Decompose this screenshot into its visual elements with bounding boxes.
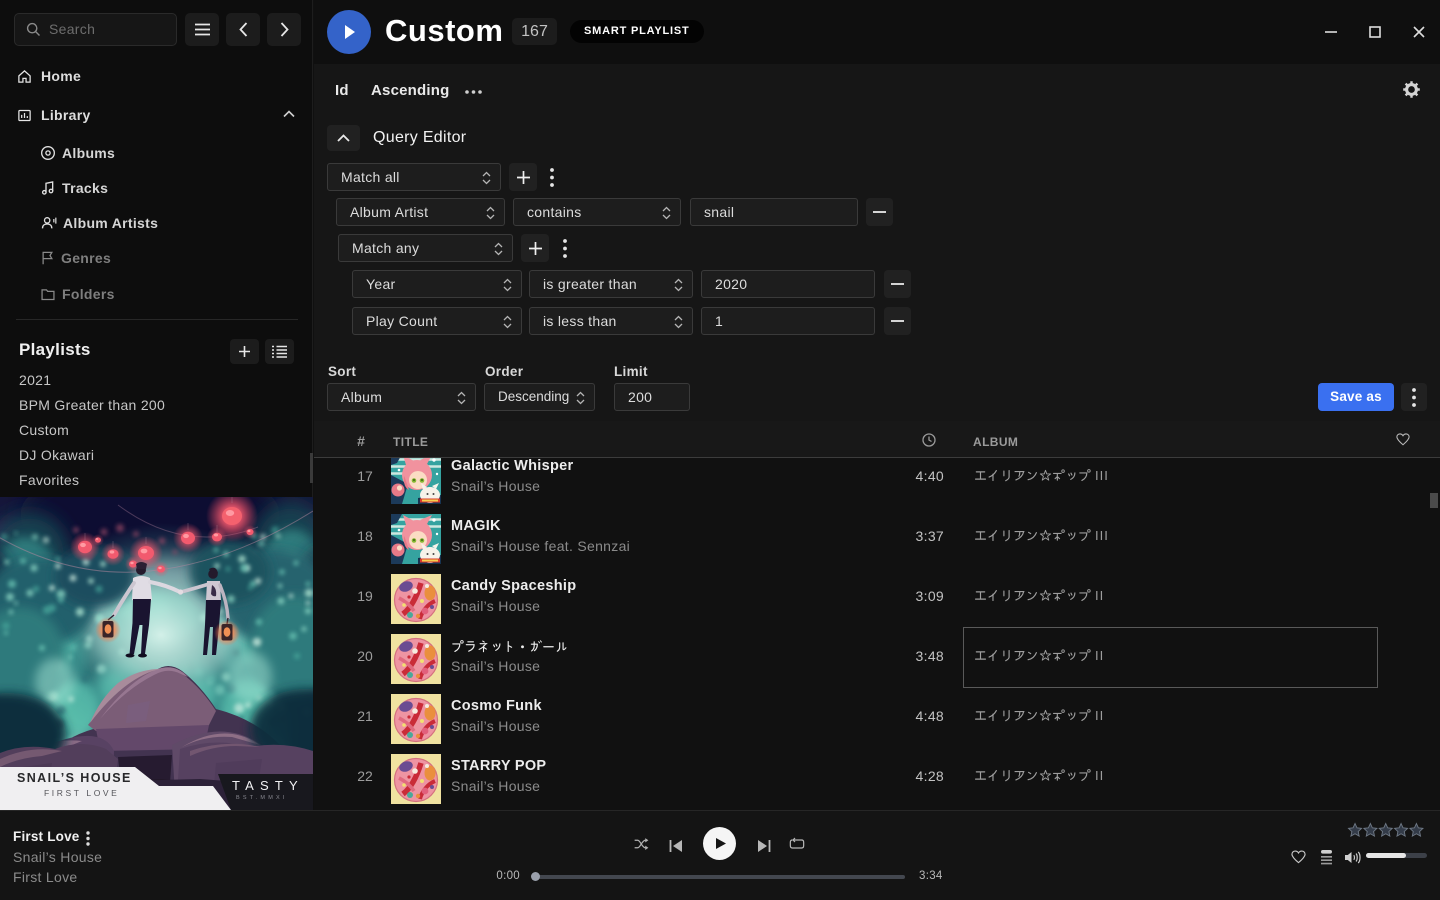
svg-text:SNAIL’S HOUSE: SNAIL’S HOUSE <box>17 771 132 785</box>
svg-text:TASTY: TASTY <box>232 778 304 793</box>
svg-text:BST.MMXI: BST.MMXI <box>236 795 288 801</box>
svg-text:FIRST LOVE: FIRST LOVE <box>44 788 119 798</box>
